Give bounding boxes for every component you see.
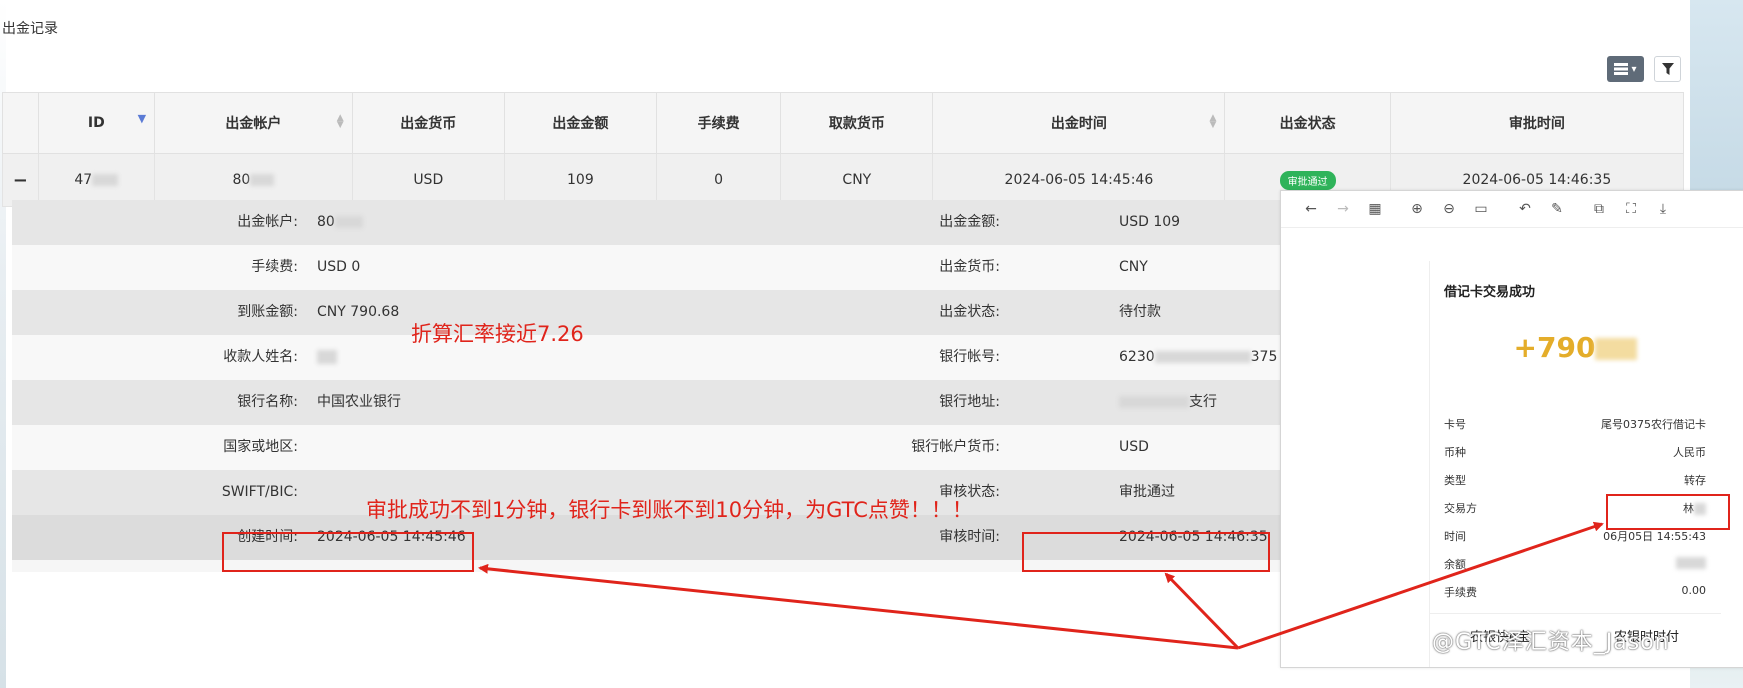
detail-row: 收款人姓名: 银行帐号: 6230 375 <box>12 335 1298 380</box>
forward-arrow-icon[interactable]: → <box>1333 200 1353 218</box>
back-arrow-icon[interactable]: ← <box>1301 200 1321 218</box>
zoom-in-icon[interactable]: ⊕ <box>1407 200 1427 218</box>
detail-row: 到账金额: CNY 790.68 出金状态: 待付款 <box>12 290 1298 335</box>
rate-annotation: 折算汇率接近7.26 <box>411 322 584 346</box>
page-title: 出金记录 <box>2 21 58 37</box>
receipt-row: 手续费 0.00 <box>1444 584 1706 599</box>
column-view-button[interactable]: ▾ <box>1607 56 1644 82</box>
rotate-icon[interactable]: ↶ <box>1515 200 1535 218</box>
header-toggle <box>2 92 39 154</box>
detail-value: USD 109 <box>1119 214 1181 230</box>
create-time-highlight <box>222 532 474 572</box>
status-badge: 审批通过 <box>1279 170 1336 190</box>
detail-row: 手续费: USD 0 出金货币: CNY <box>12 245 1298 290</box>
minus-icon: − <box>12 169 28 191</box>
chevron-down-icon: ▾ <box>1631 63 1637 75</box>
receipt-row: 卡号 尾号0375农行借记卡 <box>1444 418 1706 431</box>
detail-value: 待付款 <box>1119 304 1161 320</box>
detail-value: USD 0 <box>317 259 361 275</box>
header-time[interactable]: 出金时间 ▲ ▼ <box>932 92 1226 154</box>
receipt-row: 时间 06月05日 14:55:43 <box>1444 530 1706 543</box>
cell-withdraw-currency: CNY <box>780 153 934 207</box>
copy-icon[interactable]: ⧉ <box>1589 200 1609 218</box>
image-viewer-window: ← → ▦ ⊕ ⊖ ▭ ↶ ✎ ⧉ ⛶ ⤓ 借记卡交易成功 +790 卡号 尾号0… <box>1280 190 1743 668</box>
edit-icon[interactable]: ✎ <box>1547 200 1567 218</box>
sort-desc-icon[interactable]: ▼ <box>138 113 146 124</box>
praise-annotation: 审批成功不到1分钟，银行卡到账不到10分钟，为GTC点赞！！！ <box>366 498 973 522</box>
receipt-time-highlight <box>1606 494 1730 530</box>
sort-icon[interactable]: ▲ ▼ <box>1209 114 1216 130</box>
detail-value <box>317 335 337 380</box>
filter-button[interactable] <box>1654 56 1681 82</box>
download-icon[interactable]: ⤓ <box>1653 200 1673 218</box>
arrow-to-create-time <box>478 563 1239 650</box>
detail-label: 国家或地区: <box>223 439 298 455</box>
list-icon <box>1614 63 1629 75</box>
detail-label: SWIFT/BIC: <box>221 484 298 500</box>
header-currency: 出金货币 <box>351 92 505 154</box>
crop-icon[interactable]: ⛶ <box>1621 200 1641 218</box>
cell-fee: 0 <box>655 153 782 207</box>
detail-value: 6230 375 <box>1119 349 1278 365</box>
header-id[interactable]: ID ▼ <box>37 92 156 154</box>
actual-size-icon[interactable]: ▭ <box>1471 200 1491 218</box>
header-withdraw-currency: 取款货币 <box>780 92 934 154</box>
receipt-title: 借记卡交易成功 <box>1444 285 1536 300</box>
zoom-out-icon[interactable]: ⊖ <box>1439 200 1459 218</box>
receipt-amount: +790 <box>1430 331 1721 364</box>
detail-row: 银行名称: 中国农业银行 银行地址: 支行 <box>12 380 1298 425</box>
collapse-toggle-button[interactable]: − <box>2 153 39 207</box>
detail-label: 银行帐户货币: <box>911 439 1000 455</box>
header-fee: 手续费 <box>655 92 782 154</box>
cell-currency: USD <box>351 153 505 207</box>
table-header-row: ID ▼ 出金帐户 ▲ ▼ 出金货币 出金金额 手续费 取款货币 出金时间 ▲ ▼ 出金状… <box>2 92 1685 154</box>
detail-value: USD <box>1119 439 1149 455</box>
receipt-row: 类型 转存 <box>1444 474 1706 487</box>
detail-label: 银行帐号: <box>939 349 1000 365</box>
cell-amount: 109 <box>503 153 657 207</box>
header-account[interactable]: 出金帐户 ▲ ▼ <box>154 92 353 154</box>
detail-value: 80 <box>317 200 363 245</box>
cell-time: 2024-06-05 14:45:46 <box>932 153 1226 207</box>
detail-label: 出金货币: <box>939 259 1000 275</box>
detail-label: 出金状态: <box>939 304 1000 320</box>
bank-receipt: 借记卡交易成功 +790 卡号 尾号0375农行借记卡 币种 人民币 类型 转存 交易… <box>1429 261 1721 667</box>
detail-value: CNY <box>1119 259 1148 275</box>
detail-value: 审批通过 <box>1119 484 1175 500</box>
detail-label: 银行名称: <box>237 394 298 410</box>
review-time-highlight <box>1022 532 1270 572</box>
watermark: @GTC泽汇资本_Jason <box>1432 630 1670 655</box>
viewer-toolbar: ← → ▦ ⊕ ⊖ ▭ ↶ ✎ ⧉ ⛶ ⤓ <box>1281 191 1743 228</box>
grid-icon[interactable]: ▦ <box>1365 200 1385 218</box>
detail-label: 手续费: <box>251 259 298 275</box>
detail-label: 银行地址: <box>939 394 1000 410</box>
filter-icon <box>1661 63 1674 75</box>
header-approve-time: 审批时间 <box>1389 92 1685 154</box>
detail-label: 收款人姓名: <box>223 349 298 365</box>
cell-id: 47 <box>37 153 156 207</box>
detail-value: CNY 790.68 <box>317 304 400 320</box>
sort-icon[interactable]: ▲ ▼ <box>337 114 344 130</box>
detail-row: 国家或地区: 银行帐户货币: USD <box>12 425 1298 470</box>
receipt-row: 币种 人民币 <box>1444 446 1706 459</box>
detail-label: 到账金额: <box>237 304 298 320</box>
header-status: 出金状态 <box>1224 92 1391 154</box>
receipt-row: 余额 <box>1444 556 1706 576</box>
detail-value: 支行 <box>1119 380 1217 425</box>
cell-account: 80 <box>154 153 353 207</box>
arrow-to-review-time <box>1164 572 1240 650</box>
detail-value: 中国农业银行 <box>317 394 401 410</box>
detail-label: 出金帐户: <box>237 214 298 230</box>
detail-label: 出金金额: <box>939 214 1000 230</box>
detail-row: 出金帐户: 80 出金金额: USD 109 <box>12 200 1298 245</box>
header-amount: 出金金额 <box>503 92 657 154</box>
